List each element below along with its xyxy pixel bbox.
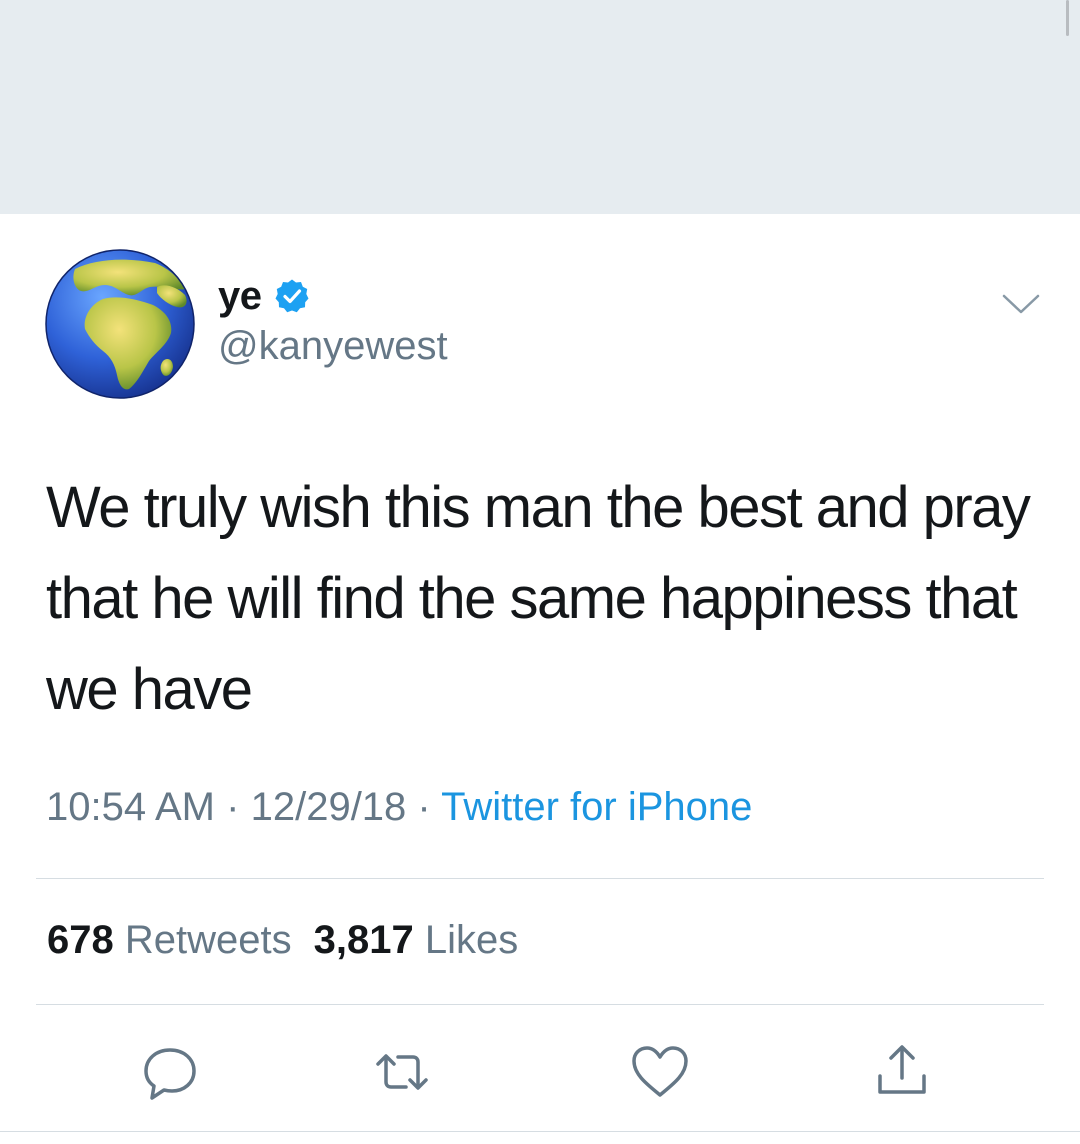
tweet-date: 12/29/18 <box>250 785 407 829</box>
earth-globe-icon <box>45 249 195 399</box>
meta-separator: · <box>417 785 431 829</box>
tweet-meta: 10:54 AM · 12/29/18 · Twitter for iPhone <box>46 785 752 830</box>
retweets-count: 678 <box>47 918 114 962</box>
name-row[interactable]: ye <box>218 272 310 320</box>
reply-button[interactable] <box>138 1040 202 1104</box>
share-icon <box>878 1045 926 1094</box>
tweet-text: We truly wish this man the best and pray… <box>46 475 1031 722</box>
divider <box>36 1004 1044 1005</box>
top-gray-band <box>0 0 1080 214</box>
likes-label: Likes <box>424 918 519 962</box>
retweets-stat[interactable]: 678 Retweets <box>47 918 292 962</box>
chevron-down-icon[interactable] <box>1000 288 1042 318</box>
verified-badge-icon <box>274 278 310 314</box>
likes-stat[interactable]: 3,817 Likes <box>314 918 519 962</box>
divider <box>36 878 1044 879</box>
heart-icon <box>632 1046 688 1097</box>
tweet-time: 10:54 AM <box>46 785 216 829</box>
display-name[interactable]: ye <box>218 274 262 319</box>
user-handle[interactable]: @kanyewest <box>218 324 448 369</box>
divider <box>0 1131 1080 1132</box>
likes-count: 3,817 <box>313 918 414 962</box>
scrollbar[interactable] <box>1066 0 1069 36</box>
tweet-source-link[interactable]: Twitter for iPhone <box>441 785 752 829</box>
avatar[interactable] <box>45 249 195 399</box>
reply-icon <box>144 1048 196 1100</box>
retweets-label: Retweets <box>124 918 292 962</box>
share-button[interactable] <box>870 1040 934 1104</box>
retweet-button[interactable] <box>370 1040 434 1104</box>
retweet-icon <box>376 1054 428 1090</box>
like-button[interactable] <box>628 1040 692 1104</box>
tweet-stats: 678 Retweets 3,817 Likes <box>47 918 518 963</box>
meta-separator: · <box>226 785 240 829</box>
